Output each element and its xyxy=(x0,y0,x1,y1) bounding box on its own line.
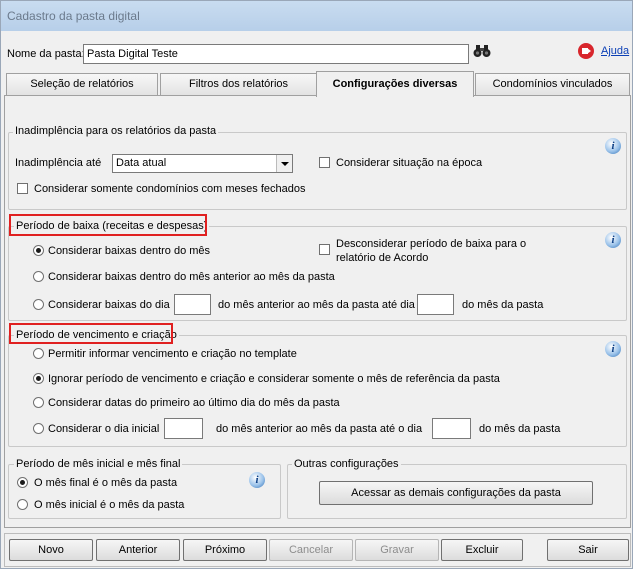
baixa-start-day-input[interactable] xyxy=(174,294,211,315)
access-settings-button[interactable]: Acessar as demais configurações da pasta xyxy=(319,481,593,505)
info-icon[interactable]: i xyxy=(249,472,265,488)
next-button[interactable]: Próximo xyxy=(183,539,267,561)
baixa-from-day-radio[interactable] xyxy=(33,299,44,310)
baixa-within-month-radio[interactable] xyxy=(33,245,44,256)
help-link[interactable]: Ajuda xyxy=(601,45,629,57)
previous-button[interactable]: Anterior xyxy=(96,539,180,561)
baixa-group-title: Período de baixa (receitas e despesas) xyxy=(14,220,210,232)
tab-selecao-relatorios[interactable]: Seleção de relatórios xyxy=(6,73,158,95)
baixa-prev-month-radio[interactable] xyxy=(33,271,44,282)
venc-first-last-label: Considerar datas do primeiro ao último d… xyxy=(48,397,340,409)
venc-ignore-label: Ignorar período de vencimento e criação … xyxy=(48,373,500,385)
mes-final-label: O mês final é o mês da pasta xyxy=(34,477,178,489)
baixa-within-month-label: Considerar baixas dentro do mês xyxy=(48,245,211,257)
window-title: Cadastro da pasta digital xyxy=(1,1,632,31)
only-closed-months-label: Considerar somente condomínios com meses… xyxy=(34,183,306,195)
inadimplencia-until-label: Inadimplência até xyxy=(15,157,102,169)
mes-inicial-label: O mês inicial é o mês da pasta xyxy=(34,499,185,511)
tab-filtros-relatorios[interactable]: Filtros dos relatórios xyxy=(160,73,317,95)
baixa-mid-text: do mês anterior ao mês da pasta até dia xyxy=(218,299,415,311)
mes-final-radio[interactable] xyxy=(17,477,28,488)
help-video-icon[interactable] xyxy=(578,43,594,59)
disregard-baixa-label-line2: relatório de Acordo xyxy=(336,252,429,264)
folder-name-label: Nome da pasta: xyxy=(7,48,85,60)
venc-template-label: Permitir informar vencimento e criação n… xyxy=(48,348,297,360)
mes-inicial-radio[interactable] xyxy=(17,499,28,510)
venc-ignore-radio[interactable] xyxy=(33,373,44,384)
info-icon[interactable]: i xyxy=(605,232,621,248)
baixa-end-text: do mês da pasta xyxy=(462,299,544,311)
inadimplencia-group-title: Inadimplência para os relatórios da past… xyxy=(13,125,219,137)
baixa-from-day-label: Considerar baixas do dia xyxy=(48,299,170,311)
window: Cadastro da pasta digital Nome da pasta:… xyxy=(0,0,633,569)
exit-button[interactable]: Sair xyxy=(547,539,629,561)
folder-name-input[interactable]: Pasta Digital Teste xyxy=(83,44,469,64)
inadimplencia-until-select[interactable]: Data atual xyxy=(112,154,293,173)
only-closed-months-checkbox[interactable] xyxy=(17,183,28,194)
venc-mid-text: do mês anterior ao mês da pasta até o di… xyxy=(216,423,423,435)
venc-initial-day-label: Considerar o dia inicial xyxy=(48,423,160,435)
inadimplencia-group xyxy=(8,132,627,210)
venc-initial-day-radio[interactable] xyxy=(33,423,44,434)
chevron-down-icon xyxy=(276,155,292,172)
info-icon[interactable]: i xyxy=(605,341,621,357)
info-icon[interactable]: i xyxy=(605,138,621,154)
cancel-button[interactable]: Cancelar xyxy=(269,539,353,561)
consider-situation-label: Considerar situação na época xyxy=(336,157,483,169)
venc-template-radio[interactable] xyxy=(33,348,44,359)
tab-configuracoes-diversas[interactable]: Configurações diversas xyxy=(316,71,474,97)
save-button[interactable]: Gravar xyxy=(355,539,439,561)
periodo-mes-group-title: Período de mês inicial e mês final xyxy=(14,458,183,470)
venc-start-day-input[interactable] xyxy=(164,418,203,439)
inadimplencia-until-value: Data atual xyxy=(116,157,167,169)
delete-button[interactable]: Excluir xyxy=(441,539,523,561)
binoculars-icon[interactable] xyxy=(471,44,493,62)
tab-condominios-vinculados[interactable]: Condomínios vinculados xyxy=(475,73,630,95)
venc-end-day-input[interactable] xyxy=(432,418,471,439)
baixa-prev-month-label: Considerar baixas dentro do mês anterior… xyxy=(48,271,335,283)
consider-situation-checkbox[interactable] xyxy=(319,157,330,168)
venc-first-last-radio[interactable] xyxy=(33,397,44,408)
disregard-baixa-label-line1: Desconsiderar período de baixa para o xyxy=(336,238,527,250)
vencimento-group-title: Período de vencimento e criação xyxy=(14,329,179,341)
new-button[interactable]: Novo xyxy=(9,539,93,561)
baixa-end-day-input[interactable] xyxy=(417,294,454,315)
venc-end-text: do mês da pasta xyxy=(479,423,561,435)
outras-group-title: Outras configurações xyxy=(292,458,401,470)
disregard-baixa-checkbox[interactable] xyxy=(319,244,330,255)
